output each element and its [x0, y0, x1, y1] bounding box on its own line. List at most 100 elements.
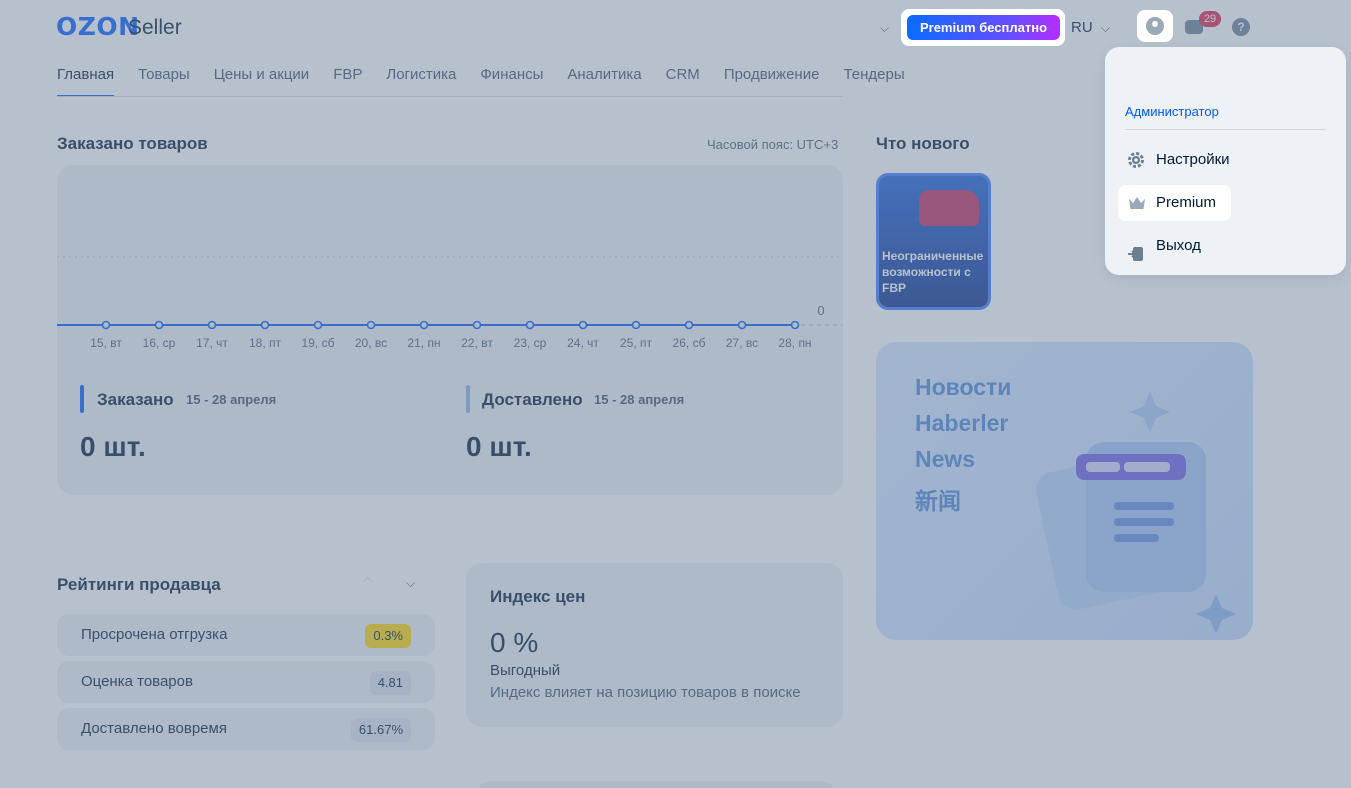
chart-y-value-label: 0: [817, 303, 824, 318]
role-label: Администратор: [1125, 104, 1219, 119]
news-banner-line: 新闻: [915, 488, 961, 514]
news-banner-line: Haberler: [915, 410, 1009, 436]
tab-item[interactable]: Логистика: [386, 66, 456, 97]
news-illustration-icon: [1036, 392, 1236, 632]
chart-point[interactable]: [207, 320, 217, 330]
help-icon[interactable]: ?: [1232, 18, 1250, 36]
chart-point[interactable]: [525, 320, 535, 330]
premium-highlight: Premium бесплатно: [901, 9, 1065, 46]
rating-row[interactable]: Просрочена отгрузка 0.3%: [57, 614, 435, 656]
next-card: [476, 781, 836, 788]
price-index-description: Индекс влияет на позицию товаров в поиск…: [490, 684, 801, 701]
ratings-scroll-up-icon[interactable]: ⌵: [363, 573, 372, 588]
premium-button[interactable]: Premium бесплатно: [907, 15, 1060, 40]
tab-item[interactable]: Аналитика: [567, 66, 641, 97]
chart-point[interactable]: [313, 320, 323, 330]
news-banner[interactable]: Новости Haberler News 新闻: [876, 342, 1253, 640]
ratings-scroll-down-icon[interactable]: ⌵: [406, 576, 415, 591]
rating-label: Просрочена отгрузка: [81, 626, 228, 643]
gear-icon: [1128, 152, 1144, 168]
delivered-indicator: [466, 385, 470, 413]
chevron-down-icon[interactable]: ⌵: [880, 21, 889, 36]
tab-item[interactable]: Товары: [138, 66, 190, 97]
tab-item[interactable]: Цены и акции: [214, 66, 309, 97]
chart-x-tick-label: 20, вс: [355, 336, 387, 350]
delivered-range: 15 - 28 апреля: [594, 392, 685, 407]
van-icon: [919, 190, 979, 226]
price-index-status: Выгодный: [490, 662, 561, 679]
chart-x-tick-label: 18, пт: [249, 336, 282, 350]
rating-badge: 61.67%: [350, 718, 411, 742]
ratings-title: Рейтинги продавца: [57, 575, 221, 594]
rating-row[interactable]: Оценка товаров 4.81: [57, 661, 435, 703]
crown-icon: [1129, 197, 1145, 209]
chart-x-tick-label: 23, ср: [514, 336, 547, 350]
main-tabs: Главная Товары Цены и акции FBP Логистика Фин…: [57, 66, 929, 97]
premium-menu-item[interactable]: Premium: [1118, 185, 1231, 221]
chart-x-tick-label: 27, вс: [726, 336, 758, 350]
chart-x-tick-label: 17, чт: [196, 336, 228, 350]
chart-x-tick-label: 24, чт: [567, 336, 599, 350]
user-icon: [1146, 17, 1164, 35]
tab-item[interactable]: CRM: [666, 66, 700, 97]
logout-menu-item[interactable]: Выход: [1156, 237, 1201, 254]
rating-label: Оценка товаров: [81, 673, 193, 690]
delivered-label: Доставлено: [482, 390, 583, 409]
tab-item[interactable]: Тендеры: [843, 66, 904, 97]
ordered-label: Заказано: [97, 390, 174, 409]
rating-label: Доставлено вовремя: [81, 720, 227, 737]
chart-point[interactable]: [790, 320, 800, 330]
news-story-text: Неограниченные возможности с FBP: [882, 249, 984, 295]
rating-badge: 4.81: [369, 671, 411, 695]
profile-button[interactable]: [1137, 10, 1173, 42]
timezone-label: Часовой пояс: UTC+3: [707, 137, 839, 152]
chart-x-tick-label: 16, ср: [143, 336, 176, 350]
chart-x-tick-label: 19, сб: [302, 336, 335, 350]
rating-badge: 0.3%: [365, 624, 411, 648]
whats-new-title: Что нового: [876, 134, 970, 153]
chart-x-tick-label: 22, вт: [461, 336, 493, 350]
dropdown-divider: [1125, 129, 1326, 130]
notification-badge: 29: [1199, 11, 1221, 27]
chart-point[interactable]: [631, 320, 641, 330]
settings-menu-item[interactable]: Настройки: [1156, 151, 1230, 168]
chart-x-tick-label: 25, пт: [620, 336, 653, 350]
tab-item[interactable]: Финансы: [480, 66, 543, 97]
orders-chart: 15, вт 16, ср 17, чт 18, пт 19, сб 20, вс 21, …: [57, 256, 843, 350]
chart-point[interactable]: [260, 320, 270, 330]
ordered-indicator: [80, 385, 84, 413]
premium-menu-label: Premium: [1156, 194, 1217, 211]
chart-point[interactable]: [154, 320, 164, 330]
orders-title: Заказано товаров: [57, 134, 208, 153]
language-label: RU: [1071, 19, 1093, 36]
tabs-divider: [57, 96, 843, 97]
chart-point[interactable]: [578, 320, 588, 330]
orders-chart-card: 15, вт 16, ср 17, чт 18, пт 19, сб 20, вс 21, …: [57, 165, 843, 495]
language-selector[interactable]: RU: [1071, 19, 1093, 36]
chart-x-tick-label: 21, пн: [407, 336, 440, 350]
price-index-value: 0 %: [490, 627, 539, 658]
ordered-range: 15 - 28 апреля: [186, 392, 277, 407]
news-story-fbp[interactable]: Неограниченные возможности с FBP: [876, 173, 991, 310]
logo-seller: Seller: [128, 16, 182, 39]
tab-item[interactable]: FBP: [333, 66, 362, 97]
chart-point[interactable]: [737, 320, 747, 330]
chart-point[interactable]: [101, 320, 111, 330]
exit-icon: [1128, 247, 1143, 261]
chart-x-tick-label: 15, вт: [90, 336, 122, 350]
price-index-card[interactable]: Индекс цен 0 % Выгодный Индекс влияет на…: [466, 563, 843, 727]
price-index-title: Индекс цен: [490, 587, 586, 606]
chart-point[interactable]: [366, 320, 376, 330]
tab-item[interactable]: Главная: [57, 66, 115, 97]
chart-x-tick-label: 26, сб: [673, 336, 706, 350]
ordered-value: 0 шт.: [80, 431, 146, 462]
chart-point[interactable]: [419, 320, 429, 330]
rating-row[interactable]: Доставлено вовремя 61.67%: [57, 708, 435, 750]
tab-item[interactable]: Продвижение: [724, 66, 820, 97]
chart-x-tick-label: 28, пн: [778, 336, 811, 350]
language-chevron-down-icon[interactable]: ⌵: [1101, 21, 1110, 36]
chart-point[interactable]: [472, 320, 482, 330]
news-banner-line: Новости: [915, 374, 1012, 400]
news-banner-line: News: [915, 446, 976, 472]
chart-point[interactable]: [684, 320, 694, 330]
